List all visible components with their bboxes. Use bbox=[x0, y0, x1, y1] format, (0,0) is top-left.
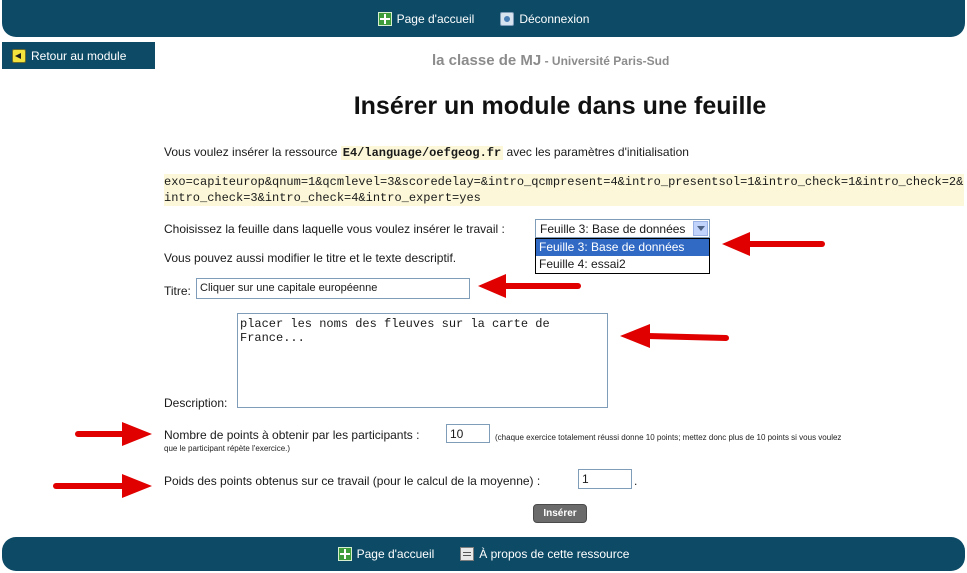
about-resource-label: À propos de cette ressource bbox=[479, 547, 630, 561]
weight-suffix: . bbox=[634, 474, 638, 488]
insert-button[interactable]: Insérer bbox=[533, 504, 587, 523]
class-name: la classe de MJ bbox=[432, 52, 542, 69]
intro-after: avec les paramètres d'initialisation bbox=[503, 145, 689, 159]
resource-intro: Vous voulez insérer la ressource E4/lang… bbox=[164, 145, 689, 160]
logout-icon bbox=[500, 11, 515, 26]
description-textarea[interactable]: placer les noms des fleuves sur la carte… bbox=[237, 313, 608, 408]
about-resource-link[interactable]: À propos de cette ressource bbox=[460, 547, 629, 561]
annotation-arrow-icon bbox=[620, 324, 729, 348]
points-note-continued: que le participant répète l'exercice.) bbox=[164, 444, 291, 453]
annotation-arrow-icon bbox=[53, 474, 152, 498]
sheet-dropdown-list: Feuille 3: Base de données Feuille 4: es… bbox=[535, 238, 710, 274]
logout-link[interactable]: Déconnexion bbox=[500, 11, 590, 26]
init-parameters: exo=capiteurop&qnum=1&qcmlevel=3&scorede… bbox=[164, 174, 964, 206]
sheet-select-label: Choisissez la feuille dans laquelle vous… bbox=[164, 222, 505, 236]
intro-before: Vous voulez insérer la ressource bbox=[164, 145, 341, 159]
site-title: la classe de MJ - Université Paris-Sud bbox=[432, 52, 669, 69]
footer-home-label: Page d'accueil bbox=[356, 547, 435, 561]
home-link[interactable]: Page d'accueil bbox=[377, 11, 475, 26]
description-label: Description: bbox=[164, 396, 228, 410]
weight-input[interactable]: 1 bbox=[578, 469, 632, 489]
points-note: (chaque exercice totalement réussi donne… bbox=[495, 433, 842, 442]
institution-name: Université Paris-Sud bbox=[551, 54, 670, 68]
annotation-arrow-icon bbox=[478, 274, 581, 298]
document-icon bbox=[460, 547, 475, 561]
footer-home-link[interactable]: Page d'accueil bbox=[337, 547, 435, 561]
points-label: Nombre de points à obtenir par les parti… bbox=[164, 428, 420, 442]
weight-label: Poids des points obtenus sur ce travail … bbox=[164, 474, 541, 488]
title-separator: - bbox=[541, 54, 552, 68]
sheet-option[interactable]: Feuille 3: Base de données bbox=[536, 239, 709, 256]
top-navigation-bar: Page d'accueil Déconnexion bbox=[2, 0, 965, 37]
bottom-navigation-bar: Page d'accueil À propos de cette ressour… bbox=[2, 537, 965, 571]
home-link-label: Page d'accueil bbox=[396, 11, 475, 26]
sheet-option[interactable]: Feuille 4: essai2 bbox=[536, 256, 709, 273]
modify-hint: Vous pouvez aussi modifier le titre et l… bbox=[164, 251, 457, 265]
annotation-arrow-icon bbox=[722, 232, 825, 256]
annotation-arrow-icon bbox=[75, 422, 152, 446]
home-icon bbox=[337, 547, 352, 561]
home-icon bbox=[377, 11, 392, 26]
title-input[interactable]: Cliquer sur une capitale européenne bbox=[196, 278, 470, 299]
resource-path: E4/language/oefgeog.fr bbox=[340, 146, 504, 160]
sheet-select[interactable]: Feuille 3: Base de données bbox=[535, 219, 710, 238]
back-to-module-button[interactable]: Retour au module bbox=[2, 42, 155, 69]
sheet-select-value: Feuille 3: Base de données bbox=[540, 222, 686, 236]
page-title: Insérer un module dans une feuille bbox=[353, 92, 767, 120]
title-label: Titre: bbox=[164, 284, 191, 298]
logout-link-label: Déconnexion bbox=[519, 11, 590, 26]
back-arrow-icon bbox=[12, 48, 26, 63]
back-button-label: Retour au module bbox=[31, 48, 127, 63]
chevron-down-icon[interactable] bbox=[693, 221, 708, 236]
points-input[interactable]: 10 bbox=[446, 424, 490, 443]
